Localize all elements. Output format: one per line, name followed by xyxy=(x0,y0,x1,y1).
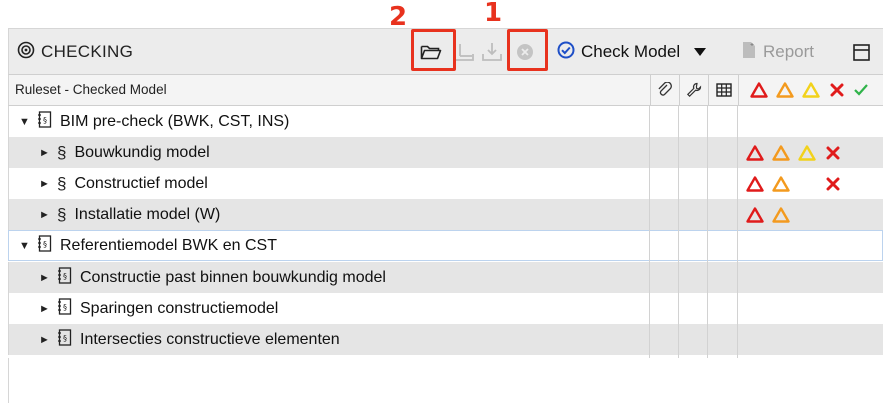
moderate-status-icon xyxy=(771,175,791,192)
svg-text:§: § xyxy=(43,240,47,249)
section-icon: § xyxy=(57,142,67,162)
row-label: Sparingen constructiemodel xyxy=(80,299,279,317)
row-label: Referentiemodel BWK en CST xyxy=(60,236,277,254)
export-icon xyxy=(454,44,474,61)
minor-status-icon xyxy=(797,144,817,161)
ruleset-column-header[interactable]: Ruleset - Checked Model xyxy=(15,75,167,105)
column-divider xyxy=(678,106,679,358)
section-icon: § xyxy=(57,204,67,224)
status-columns-header xyxy=(738,75,883,105)
critical-status-icon xyxy=(745,206,765,223)
wrench-icon xyxy=(686,82,702,98)
minor-icon[interactable] xyxy=(799,82,823,98)
status-cells xyxy=(739,199,883,230)
tree-row-bim-pre-check[interactable]: ▼ § BIM pre-check (BWK, CST, INS) xyxy=(8,106,883,137)
column-divider xyxy=(707,106,708,358)
svg-text:§: § xyxy=(63,334,67,343)
download-button[interactable] xyxy=(481,40,503,64)
collapse-arrow-icon[interactable]: ► xyxy=(39,178,50,190)
row-label: Constructie past binnen bouwkundig model xyxy=(80,268,386,286)
report-label: Report xyxy=(763,42,815,61)
row-label: Bouwkundig model xyxy=(74,143,210,161)
status-cells xyxy=(739,137,883,168)
row-label: Installatie model (W) xyxy=(74,205,221,223)
download-icon xyxy=(482,43,502,61)
tree-row-bouwkundig-model[interactable]: ► § Bouwkundig model xyxy=(8,137,883,168)
table-empty-area xyxy=(8,358,883,403)
tree-row-intersecties[interactable]: ► § Intersecties constructieve elementen xyxy=(8,324,883,355)
critical-status-icon xyxy=(745,175,765,192)
tree-row-constructief-model[interactable]: ► § Constructief model xyxy=(8,168,883,199)
accepted-icon[interactable] xyxy=(851,83,871,97)
ruleset-icon: § xyxy=(57,297,72,320)
moderate-status-icon xyxy=(771,144,791,161)
column-divider xyxy=(649,106,650,358)
ruleset-icon: § xyxy=(37,234,52,257)
callout-number-1: 1 xyxy=(484,0,503,28)
ruleset-icon: § xyxy=(37,110,52,133)
column-divider xyxy=(737,106,738,358)
moderate-status-icon xyxy=(771,206,791,223)
table-header: Ruleset - Checked Model xyxy=(8,74,883,106)
table-column-header[interactable] xyxy=(708,75,738,105)
callout-box-2 xyxy=(411,29,456,71)
paperclip-icon xyxy=(658,82,672,96)
svg-text:§: § xyxy=(43,116,47,125)
callout-box-1 xyxy=(507,29,548,71)
tree-row-referentiemodel[interactable]: ▼ § Referentiemodel BWK en CST xyxy=(8,230,883,261)
settings-column-header[interactable] xyxy=(679,75,708,105)
rejected-icon[interactable] xyxy=(825,83,849,97)
ruleset-icon: § xyxy=(57,328,72,351)
expand-arrow-icon[interactable]: ▼ xyxy=(19,116,30,128)
collapse-arrow-icon[interactable]: ► xyxy=(39,147,50,159)
tree-row-constructie-past[interactable]: ► § Constructie past binnen bouwkundig m… xyxy=(8,262,883,293)
attachments-column-header[interactable] xyxy=(650,75,679,105)
collapse-arrow-icon[interactable]: ► xyxy=(39,334,50,346)
collapse-arrow-icon[interactable]: ► xyxy=(39,209,50,221)
collapse-arrow-icon[interactable]: ► xyxy=(39,272,50,284)
callout-number-2: 2 xyxy=(389,2,408,32)
moderate-icon[interactable] xyxy=(773,82,797,98)
report-button[interactable]: Report xyxy=(741,29,814,75)
export-button[interactable] xyxy=(453,40,475,64)
rejected-status-icon xyxy=(823,175,843,192)
tree-row-sparingen[interactable]: ► § Sparingen constructiemodel xyxy=(8,293,883,324)
collapse-arrow-icon[interactable]: ► xyxy=(39,303,50,315)
svg-text:§: § xyxy=(63,303,67,312)
tree-row-installatie-model[interactable]: ► § Installatie model (W) xyxy=(8,199,883,230)
critical-status-icon xyxy=(745,144,765,161)
grid-table-icon xyxy=(715,83,732,97)
dropdown-arrow-icon[interactable] xyxy=(694,42,707,62)
svg-text:§: § xyxy=(63,272,67,281)
rejected-status-icon xyxy=(823,144,843,161)
expand-arrow-icon[interactable]: ▼ xyxy=(19,240,30,252)
checking-title-text: CHECKING xyxy=(41,42,134,61)
checking-title: CHECKING xyxy=(17,29,133,75)
status-cells xyxy=(739,168,883,199)
ruleset-icon: § xyxy=(57,266,72,289)
check-model-label: Check Model xyxy=(581,42,681,61)
critical-icon[interactable] xyxy=(747,82,771,98)
check-badge-icon xyxy=(557,41,575,64)
row-label: Intersecties constructieve elementen xyxy=(80,330,340,348)
row-label: BIM pre-check (BWK, CST, INS) xyxy=(60,112,290,130)
panel-toggle-button[interactable] xyxy=(851,40,871,64)
check-model-button[interactable]: Check Model xyxy=(557,29,707,75)
report-icon xyxy=(741,41,757,64)
panel-icon xyxy=(852,43,870,61)
row-label: Constructief model xyxy=(74,174,208,192)
section-icon: § xyxy=(57,173,67,193)
target-icon xyxy=(17,41,35,64)
